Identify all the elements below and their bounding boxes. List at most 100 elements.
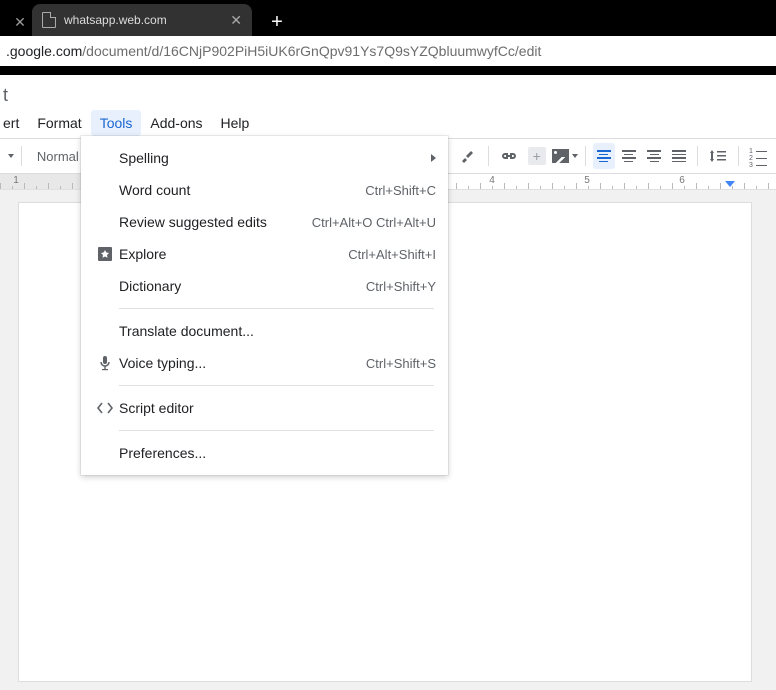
ruler-tick [648, 183, 649, 189]
ruler-tick [612, 186, 613, 189]
ruler-tick [588, 186, 589, 189]
shortcut-label: Ctrl+Alt+O Ctrl+Alt+U [312, 215, 436, 230]
menu-label: Translate document... [119, 323, 254, 339]
menu-label: Dictionary [119, 278, 181, 294]
browser-chrome: ✕ whatsapp.web.com ✕ + .google.com/docum… [0, 0, 776, 65]
menu-item-explore[interactable]: Explore Ctrl+Alt+Shift+I [81, 238, 448, 270]
shortcut-label: Ctrl+Shift+C [365, 183, 436, 198]
menu-item-voice-typing[interactable]: Voice typing... Ctrl+Shift+S [81, 347, 448, 379]
menu-separator [119, 385, 434, 386]
separator [585, 146, 586, 166]
new-tab-button[interactable]: + [262, 8, 292, 36]
url-path: /document/d/16CNjP902PiH5iUK6rGnQpv91Ys7… [82, 43, 541, 59]
ruler-tick [684, 186, 685, 189]
menu-label: Script editor [119, 400, 194, 416]
tab-close-icon[interactable]: ✕ [230, 12, 242, 29]
ruler-tick [600, 183, 601, 189]
image-icon [552, 149, 569, 163]
shortcut-label: Ctrl+Alt+Shift+I [348, 247, 436, 262]
ruler-tick [696, 183, 697, 189]
menu-tools[interactable]: Tools [91, 110, 142, 136]
align-justify-button[interactable] [667, 143, 690, 169]
numbered-list-button[interactable]: 1 2 3 [746, 143, 772, 169]
insert-image-button[interactable] [552, 143, 578, 169]
ruler-tick [72, 183, 73, 189]
indent-marker[interactable] [725, 181, 735, 187]
menu-item-spelling[interactable]: Spelling [81, 142, 448, 174]
tab-title: whatsapp.web.com [64, 13, 167, 27]
ruler-tick [528, 183, 529, 189]
url-bar[interactable]: .google.com/document/d/16CNjP902PiH5iUK6… [0, 36, 776, 66]
ruler-tick [744, 183, 745, 189]
line-spacing-button[interactable] [705, 143, 731, 169]
paragraph-style-select[interactable]: Normal [29, 143, 87, 169]
plus-icon: + [528, 147, 546, 165]
style-label: Normal [37, 149, 79, 164]
ruler-tick [36, 186, 37, 189]
link-icon [500, 151, 518, 161]
ruler-tick [672, 183, 673, 189]
url-host: .google.com [6, 43, 82, 59]
ruler-tick [48, 183, 49, 189]
ruler-number: 5 [584, 175, 590, 186]
menu-item-translate[interactable]: Translate document... [81, 315, 448, 347]
menu-format[interactable]: Format [28, 110, 90, 136]
browser-tab[interactable]: whatsapp.web.com ✕ [32, 4, 252, 36]
page-icon [42, 12, 56, 28]
ruler-tick [720, 183, 721, 189]
ruler-tick [12, 186, 13, 189]
separator [488, 146, 489, 166]
menu-item-dictionary[interactable]: Dictionary Ctrl+Shift+Y [81, 270, 448, 302]
align-left-button[interactable] [593, 143, 616, 169]
separator [697, 146, 698, 166]
menu-label: Preferences... [119, 445, 206, 461]
ruler-tick [504, 183, 505, 189]
menu-bar: ert Format Tools Add-ons Help [0, 108, 776, 138]
ruler-tick [540, 186, 541, 189]
ruler-tick [576, 183, 577, 189]
menu-label: Voice typing... [119, 355, 206, 371]
line-spacing-icon [709, 148, 727, 164]
ruler-tick [732, 186, 733, 189]
ruler-number: 6 [679, 175, 685, 186]
menu-label: Spelling [119, 150, 169, 166]
ruler-tick [456, 183, 457, 189]
shortcut-label: Ctrl+Shift+Y [366, 279, 436, 294]
ruler-tick [60, 186, 61, 189]
menu-separator [119, 308, 434, 309]
menu-item-word-count[interactable]: Word count Ctrl+Shift+C [81, 174, 448, 206]
ruler-tick [636, 186, 637, 189]
microphone-icon [93, 355, 117, 371]
ruler-tick [480, 183, 481, 189]
menu-help[interactable]: Help [212, 110, 259, 136]
numbered-list-icon: 1 2 3 [749, 148, 769, 164]
ruler-tick [564, 186, 565, 189]
toolbar-shadow [0, 65, 776, 75]
shortcut-label: Ctrl+Shift+S [366, 356, 436, 371]
menu-item-preferences[interactable]: Preferences... [81, 437, 448, 469]
ruler-tick [516, 186, 517, 189]
highlight-color-button[interactable] [455, 143, 481, 169]
align-center-button[interactable] [617, 143, 640, 169]
menu-separator [119, 430, 434, 431]
ruler-tick [660, 186, 661, 189]
script-icon [93, 401, 117, 415]
chevron-right-icon [431, 154, 436, 162]
menu-label: Word count [119, 182, 190, 198]
doc-title[interactable]: t [0, 75, 776, 108]
separator [21, 146, 22, 166]
ruler-tick [492, 186, 493, 189]
ruler-tick [768, 183, 769, 189]
menu-insert-partial[interactable]: ert [0, 110, 28, 136]
ruler-number: 1 [13, 175, 19, 186]
menu-item-script-editor[interactable]: Script editor [81, 392, 448, 424]
close-icon[interactable]: ✕ [8, 8, 32, 36]
menu-item-review-edits[interactable]: Review suggested edits Ctrl+Alt+O Ctrl+A… [81, 206, 448, 238]
chevron-down-icon[interactable] [8, 154, 14, 158]
insert-link-button[interactable] [496, 143, 522, 169]
menu-label: Explore [119, 246, 166, 262]
chevron-down-icon [572, 154, 578, 158]
add-comment-button[interactable]: + [524, 143, 550, 169]
align-right-button[interactable] [642, 143, 665, 169]
menu-addons[interactable]: Add-ons [141, 110, 211, 136]
